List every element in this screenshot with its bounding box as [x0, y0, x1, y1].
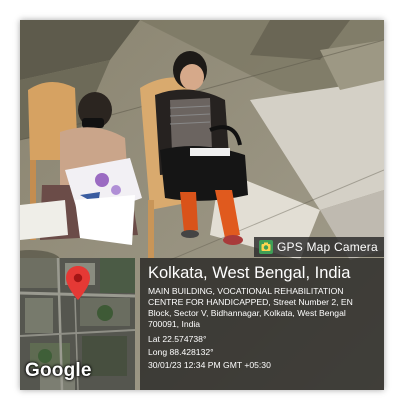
address-text: MAIN BUILDING, VOCATIONAL REHABILITATION… — [148, 286, 353, 329]
photo-frame: GPS Map Camera Google Kolkata, West Beng… — [20, 20, 384, 390]
google-logo: Google — [25, 360, 92, 381]
location-info-panel: Kolkata, West Bengal, India MAIN BUILDIN… — [140, 258, 384, 390]
map-thumbnail: Google — [20, 258, 135, 390]
longitude-text: Long 88.428132° — [148, 347, 214, 357]
gps-map-camera-tag: GPS Map Camera — [254, 237, 384, 257]
datetime-text: 30/01/23 12:34 PM GMT +05:30 — [148, 360, 271, 370]
app-name: GPS Map Camera — [277, 240, 378, 254]
latitude-text: Lat 22.574738° — [148, 334, 207, 344]
map-pin-icon — [66, 266, 90, 300]
camera-icon — [259, 240, 273, 254]
location-title: Kolkata, West Bengal, India — [148, 264, 351, 282]
